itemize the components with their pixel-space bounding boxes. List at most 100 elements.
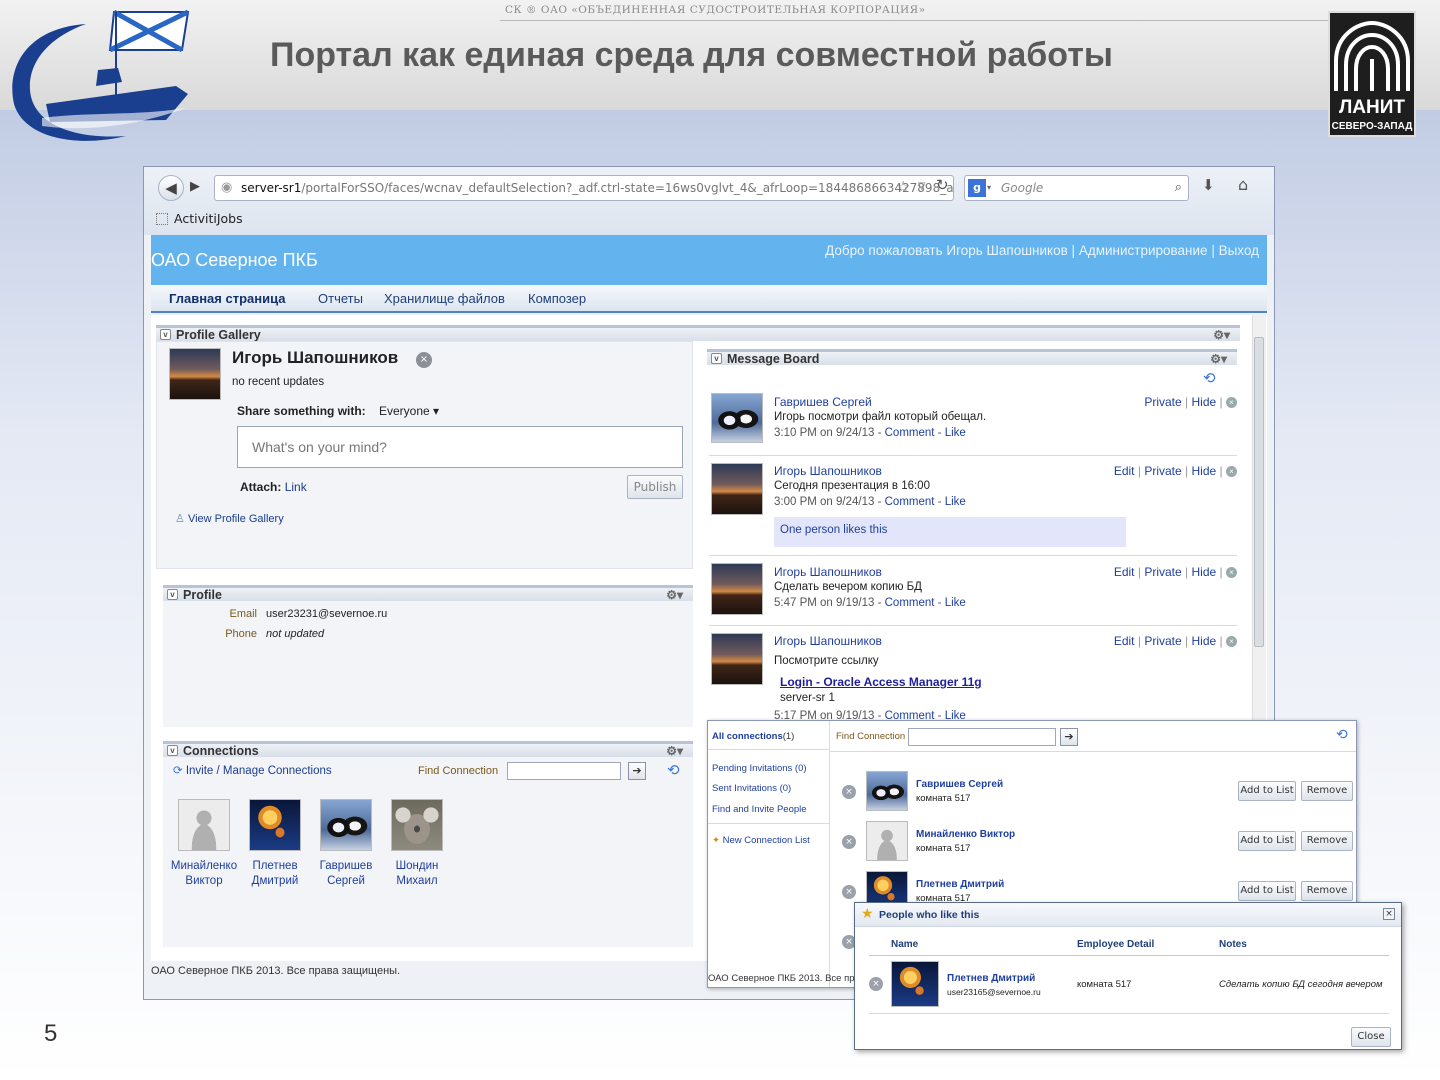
column-employee-detail[interactable]: Employee Detail <box>1077 939 1154 950</box>
connection-name[interactable]: Гавришев Сергей <box>305 859 387 889</box>
go-arrow-icon[interactable]: ➔ <box>1060 728 1078 746</box>
back-arrow-icon[interactable]: ◀ <box>158 175 184 201</box>
delete-icon[interactable]: × <box>1226 567 1237 578</box>
message-author[interactable]: Игорь Шапошников <box>774 464 882 478</box>
close-button[interactable]: Close <box>1351 1027 1391 1047</box>
gear-icon[interactable]: ⚙▾ <box>1210 352 1227 366</box>
connection-avatar[interactable] <box>866 771 908 811</box>
collapse-toggle-icon[interactable]: v <box>160 329 171 340</box>
admin-link[interactable]: Администрирование <box>1079 243 1208 258</box>
remove-icon[interactable]: × <box>842 835 856 849</box>
download-icon[interactable]: ⬇ <box>1202 176 1215 194</box>
user-avatar[interactable] <box>169 348 221 400</box>
logout-link[interactable]: Выход <box>1219 243 1259 258</box>
hide-link[interactable]: Hide <box>1192 464 1217 478</box>
comment-link[interactable]: Comment <box>885 496 935 508</box>
refresh-icon[interactable]: ⟲ <box>667 761 680 779</box>
share-audience-select[interactable]: Everyone ▾ <box>379 404 439 418</box>
message-avatar[interactable] <box>711 393 763 443</box>
close-icon[interactable]: × <box>1383 908 1395 920</box>
hide-link[interactable]: Hide <box>1192 395 1217 409</box>
column-name[interactable]: Name <box>891 939 918 950</box>
gear-icon[interactable]: ⚙▾ <box>666 744 683 758</box>
hide-link[interactable]: Hide <box>1192 634 1217 648</box>
find-connection-input[interactable] <box>908 728 1056 746</box>
forward-arrow-icon[interactable]: ▶ <box>190 179 200 194</box>
private-link[interactable]: Private <box>1144 395 1181 409</box>
view-profile-gallery[interactable]: ♙ View Profile Gallery <box>175 512 284 525</box>
attach-link[interactable]: Link <box>285 480 307 494</box>
comment-link[interactable]: Comment <box>885 597 935 609</box>
message-avatar[interactable] <box>711 633 763 685</box>
connection-name[interactable]: Минайленко Виктор <box>163 859 245 889</box>
invite-link[interactable]: Invite <box>186 765 214 777</box>
private-link[interactable]: Private <box>1144 634 1181 648</box>
delete-icon[interactable]: × <box>1226 397 1237 408</box>
column-notes[interactable]: Notes <box>1219 939 1247 950</box>
add-to-list-button[interactable]: Add to List <box>1238 781 1296 801</box>
edit-link[interactable]: Edit <box>1114 634 1135 648</box>
nav-home[interactable]: Главная страница <box>169 291 285 306</box>
nav-file-storage[interactable]: Хранилище файлов <box>384 291 505 306</box>
message-author[interactable]: Игорь Шапошников <box>774 565 882 579</box>
remove-button[interactable]: Remove <box>1301 781 1353 801</box>
like-link[interactable]: Like <box>945 597 966 609</box>
welcome-link[interactable]: Добро пожаловать Игорь Шапошников <box>825 243 1068 258</box>
edit-link[interactable]: Edit <box>1114 565 1135 579</box>
scrollbar-thumb[interactable] <box>1254 337 1264 647</box>
connection-name[interactable]: Шондин Михаил <box>376 859 458 889</box>
pending-invitations-link[interactable]: Pending Invitations (0) <box>712 763 807 774</box>
collapse-toggle-icon[interactable]: v <box>167 589 178 600</box>
go-arrow-icon[interactable]: ➔ <box>628 762 646 780</box>
gear-icon[interactable]: ⚙▾ <box>1213 328 1230 342</box>
liker-avatar[interactable] <box>891 961 939 1007</box>
profile-user-name[interactable]: Игорь Шапошников <box>232 348 398 368</box>
all-connections-link[interactable]: All connections(1) <box>712 731 794 742</box>
connection-avatar[interactable] <box>249 799 301 851</box>
liker-name[interactable]: Плетнев Дмитрий <box>947 973 1035 984</box>
refresh-icon[interactable]: ⟲ <box>1336 727 1348 743</box>
nav-reports[interactable]: Отчеты <box>318 291 363 306</box>
portal-brand[interactable]: ОАО Северное ПКБ <box>151 250 318 271</box>
delete-icon[interactable]: × <box>1226 466 1237 477</box>
remove-icon[interactable]: × <box>869 977 883 991</box>
shared-link[interactable]: Login - Oracle Access Manager 11g <box>780 675 982 689</box>
engine-dropdown-icon[interactable]: ▾ <box>987 176 991 200</box>
remove-button[interactable]: Remove <box>1301 831 1353 851</box>
publish-button[interactable]: Publish <box>627 475 683 499</box>
connection-name[interactable]: Минайленко Виктор <box>916 829 1015 840</box>
dropdown-icon[interactable]: ▽ <box>918 181 926 192</box>
find-connection-input[interactable] <box>507 762 621 780</box>
message-avatar[interactable] <box>711 463 763 515</box>
connection-avatar[interactable] <box>178 799 230 851</box>
sent-invitations-link[interactable]: Sent Invitations (0) <box>712 783 791 794</box>
connection-avatar[interactable] <box>391 799 443 851</box>
new-connection-list[interactable]: ✦ New Connection List <box>712 835 810 846</box>
find-invite-link[interactable]: Find and Invite People <box>712 804 807 815</box>
message-author[interactable]: Гавришев Сергей <box>774 395 872 409</box>
reload-icon[interactable]: ↻ <box>936 176 949 194</box>
gear-icon[interactable]: ⚙▾ <box>666 588 683 602</box>
add-to-list-button[interactable]: Add to List <box>1238 881 1296 901</box>
hide-link[interactable]: Hide <box>1192 565 1217 579</box>
remove-icon[interactable]: × <box>842 885 856 899</box>
private-link[interactable]: Private <box>1144 565 1181 579</box>
like-link[interactable]: Like <box>945 427 966 439</box>
like-link[interactable]: Like <box>945 496 966 508</box>
comment-link[interactable]: Comment <box>885 427 935 439</box>
search-icon[interactable]: ⌕ <box>1175 176 1182 200</box>
private-link[interactable]: Private <box>1144 464 1181 478</box>
search-input[interactable]: g ▾ Google ⌕ <box>964 175 1189 201</box>
manage-connections-link[interactable]: / Manage Connections <box>217 765 332 777</box>
status-input[interactable]: What's on your mind? <box>237 426 683 468</box>
delete-icon[interactable]: × <box>1226 636 1237 647</box>
connection-name[interactable]: Плетнев Дмитрий <box>234 859 316 889</box>
collapse-toggle-icon[interactable]: v <box>167 745 178 756</box>
bookmark-activitijobs[interactable]: ActivitiJobs <box>156 211 243 226</box>
message-author[interactable]: Игорь Шапошников <box>774 634 882 648</box>
connection-avatar[interactable] <box>866 821 908 861</box>
collapse-toggle-icon[interactable]: v <box>711 353 722 364</box>
connection-name[interactable]: Плетнев Дмитрий <box>916 879 1004 890</box>
remove-button[interactable]: Remove <box>1301 881 1353 901</box>
likes-note[interactable]: One person likes this <box>774 517 1126 547</box>
